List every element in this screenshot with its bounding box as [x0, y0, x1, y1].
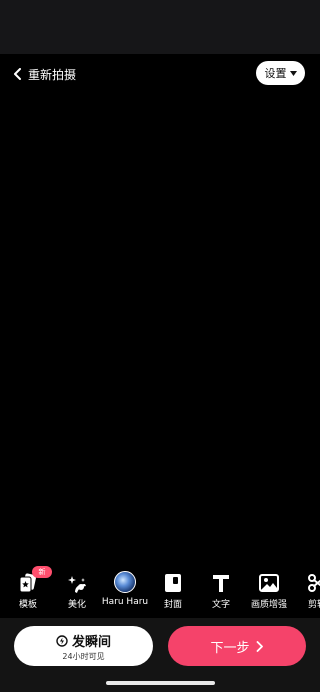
settings-dropdown[interactable]: 设置	[256, 61, 305, 85]
flash-circle-icon	[56, 634, 68, 647]
next-step-button[interactable]: 下一步	[168, 626, 306, 666]
music-globe-icon	[114, 571, 136, 593]
settings-label: 设置	[264, 67, 287, 80]
back-label: 重新拍摄	[28, 67, 77, 82]
home-indicator[interactable]	[106, 681, 215, 685]
top-bar: 重新拍摄 设置	[0, 54, 320, 94]
post-moment-button[interactable]: 发瞬间 24小时可见	[14, 626, 153, 666]
status-bar	[0, 0, 320, 54]
moment-visibility-note: 24小时可见	[62, 652, 105, 661]
image-enhance-icon	[259, 574, 279, 592]
chevron-right-icon	[256, 640, 263, 652]
bottom-bar: 发瞬间 24小时可见 下一步	[0, 618, 320, 692]
cover-icon	[165, 574, 181, 592]
new-badge: 新	[32, 566, 52, 578]
next-label: 下一步	[210, 640, 250, 656]
caret-down-icon	[289, 70, 297, 76]
tool-label: 剪辑	[307, 600, 320, 610]
back-button[interactable]: 重新拍摄	[12, 64, 76, 84]
chevron-left-icon	[14, 68, 21, 80]
tool-edit[interactable]: 剪辑	[293, 568, 320, 614]
video-preview[interactable]	[0, 94, 320, 564]
scissors-icon	[308, 574, 320, 592]
moment-button-row: 发瞬间	[14, 631, 153, 650]
text-t-icon	[213, 575, 229, 592]
beautify-sparkle-icon	[68, 576, 86, 593]
moment-label: 发瞬间	[71, 635, 111, 650]
tool-beautify[interactable]: 美化	[53, 568, 101, 614]
edit-toolbar: 新 模板 美化 Haru Haru 封面 文字 画质增强 剪	[0, 566, 320, 614]
